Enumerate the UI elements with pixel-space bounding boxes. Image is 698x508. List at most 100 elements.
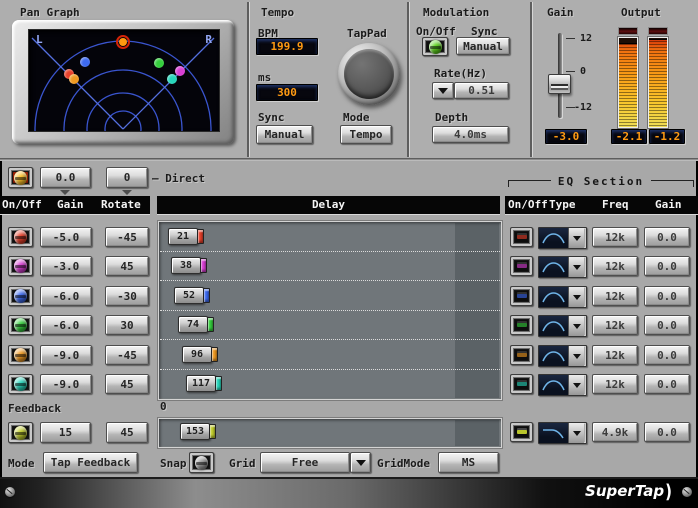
tap-5-onoff-button[interactable] [8, 345, 33, 365]
tempo-mode-button[interactable]: Tempo [340, 125, 392, 144]
tap-2-eq-type-select[interactable] [538, 256, 587, 278]
mod-sync-button[interactable]: Manual [456, 37, 510, 55]
rate-value[interactable]: 0.51 [454, 82, 509, 99]
ms-display[interactable]: 300 [256, 84, 318, 101]
tap-3-onoff-button[interactable] [8, 286, 33, 306]
feedback-eq-type-select[interactable] [538, 422, 587, 444]
tap-4-delay-track[interactable]: 74 [160, 310, 500, 340]
tap-6-delay-track[interactable]: 117 [160, 369, 500, 398]
tap-2-eq-onoff-button[interactable] [510, 256, 533, 276]
feedback-rotate-value[interactable]: 45 [106, 422, 148, 443]
tap-2-eq-type-arrow[interactable] [568, 257, 584, 277]
tap-6-eq-type-select[interactable] [538, 374, 587, 396]
tap-1-gain-value[interactable]: -5.0 [40, 227, 92, 247]
tap-6-eq-type-arrow[interactable] [568, 375, 584, 395]
feedback-delay-handle[interactable]: 153 [180, 423, 210, 440]
tap-5-rotate-value[interactable]: -45 [105, 345, 149, 365]
tap-3-rotate-value[interactable]: -30 [105, 286, 149, 306]
tap-6-eq-freq-value[interactable]: 12k [592, 374, 638, 394]
pan-dot-direct[interactable] [116, 35, 130, 49]
feedback-eq-gain-value[interactable]: 0.0 [644, 422, 690, 442]
tap-5-gain-value[interactable]: -9.0 [40, 345, 92, 365]
tap-2-delay-track[interactable]: 38 [160, 251, 500, 281]
grid-dropdown-arrow[interactable] [350, 452, 371, 473]
tap-4-rotate-value[interactable]: 30 [105, 315, 149, 335]
tap-1-eq-type-select[interactable] [538, 227, 587, 249]
tap-4-eq-freq-value[interactable]: 12k [592, 315, 638, 335]
feedback-delay-track[interactable]: 153 [160, 419, 500, 445]
tap-3-eq-onoff-button[interactable] [510, 286, 533, 306]
direct-onoff-button[interactable] [8, 167, 33, 188]
tap-4-delay-handle[interactable]: 74 [178, 316, 208, 333]
pan-dot-tap-5[interactable] [69, 74, 79, 84]
header-eq-freq: Freq [602, 198, 629, 211]
tap-5-eq-gain-value[interactable]: 0.0 [644, 345, 690, 365]
tap-5-eq-type-select[interactable] [538, 345, 587, 367]
tap-3-eq-type-arrow[interactable] [568, 287, 584, 307]
clip-indicator-right[interactable] [648, 27, 668, 35]
tap-2-rotate-value[interactable]: 45 [105, 256, 149, 276]
tap-3-eq-gain-value[interactable]: 0.0 [644, 286, 690, 306]
feedback-eq-type-arrow[interactable] [568, 423, 584, 443]
tap-2-gain-value[interactable]: -3.0 [40, 256, 92, 276]
tap-4-eq-type-arrow[interactable] [568, 316, 584, 336]
direct-gain-value[interactable]: 0.0 [40, 167, 91, 188]
clip-indicator-left[interactable] [618, 27, 638, 35]
tap-3-gain-value[interactable]: -6.0 [40, 286, 92, 306]
tappad-knob[interactable] [344, 49, 394, 99]
gridmode-button[interactable]: MS [438, 452, 499, 473]
tap-5-eq-onoff-button[interactable] [510, 345, 533, 365]
tap-5-delay-track[interactable]: 96 [160, 340, 500, 370]
tap-3-delay-handle[interactable]: 52 [174, 287, 204, 304]
tempo-sync-button[interactable]: Manual [256, 125, 313, 144]
tap-6-delay-handle[interactable]: 117 [186, 375, 216, 392]
tap-6-rotate-value[interactable]: 45 [105, 374, 149, 394]
mod-onoff-button[interactable] [422, 37, 448, 56]
tap-6-onoff-button[interactable] [8, 374, 33, 394]
tap-6-eq-gain-value[interactable]: 0.0 [644, 374, 690, 394]
tap-5-delay-handle[interactable]: 96 [182, 346, 212, 363]
tap-4-eq-onoff-button[interactable] [510, 315, 533, 335]
feedback-eq-onoff-button[interactable] [510, 422, 533, 442]
tap-1-onoff-button[interactable] [8, 227, 33, 247]
tap-6-eq-onoff-button[interactable] [510, 374, 533, 394]
tap-1-rotate-value[interactable]: -45 [105, 227, 149, 247]
mode-button[interactable]: Tap Feedback [43, 452, 138, 473]
tap-5-eq-type-arrow[interactable] [568, 346, 584, 366]
feedback-onoff-button[interactable] [8, 422, 33, 443]
gain-fader-handle[interactable] [548, 74, 571, 94]
feedback-eq-freq-value[interactable]: 4.9k [592, 422, 638, 442]
direct-rotate-value[interactable]: 0 [106, 167, 148, 188]
pan-dot-tap-3[interactable] [80, 57, 90, 67]
tap-1-eq-type-arrow[interactable] [568, 228, 584, 248]
tap-5-eq-freq-value[interactable]: 12k [592, 345, 638, 365]
tap-3-eq-type-select[interactable] [538, 286, 587, 308]
pan-dot-tap-6[interactable] [167, 74, 177, 84]
rate-dropdown-arrow[interactable] [432, 82, 454, 99]
depth-button[interactable]: 4.0ms [432, 126, 509, 143]
tap-3-delay-track[interactable]: 52 [160, 281, 500, 311]
grid-select[interactable]: Free [260, 452, 350, 473]
tap-1-eq-freq-value[interactable]: 12k [592, 227, 638, 247]
tap-2-delay-handle[interactable]: 38 [171, 257, 201, 274]
tap-6-gain-value[interactable]: -9.0 [40, 374, 92, 394]
snap-button[interactable] [189, 452, 214, 473]
tap-3-eq-freq-value[interactable]: 12k [592, 286, 638, 306]
tap-2-eq-freq-value[interactable]: 12k [592, 256, 638, 276]
pan-dot-tap-4[interactable] [154, 58, 164, 68]
tap-4-onoff-button[interactable] [8, 315, 33, 335]
pan-graph-display[interactable]: L R [28, 29, 220, 132]
tap-1-delay-handle[interactable]: 21 [168, 228, 198, 245]
tap-1-delay-track[interactable]: 21 [160, 222, 500, 252]
tap-1-eq-onoff-button[interactable] [510, 227, 533, 247]
tap-4-gain-value[interactable]: -6.0 [40, 315, 92, 335]
bpm-display[interactable]: 199.9 [256, 38, 318, 55]
tap-1-eq-gain-value[interactable]: 0.0 [644, 227, 690, 247]
pan-dot-tap-2[interactable] [175, 66, 185, 76]
feedback-gain-value[interactable]: 15 [40, 422, 91, 443]
tap-4-eq-type-select[interactable] [538, 315, 587, 337]
tap-4-eq-gain-value[interactable]: 0.0 [644, 315, 690, 335]
tap-2-onoff-button[interactable] [8, 256, 33, 276]
tap-2-eq-gain-value[interactable]: 0.0 [644, 256, 690, 276]
tap-1-delay-color-tab [197, 229, 204, 244]
